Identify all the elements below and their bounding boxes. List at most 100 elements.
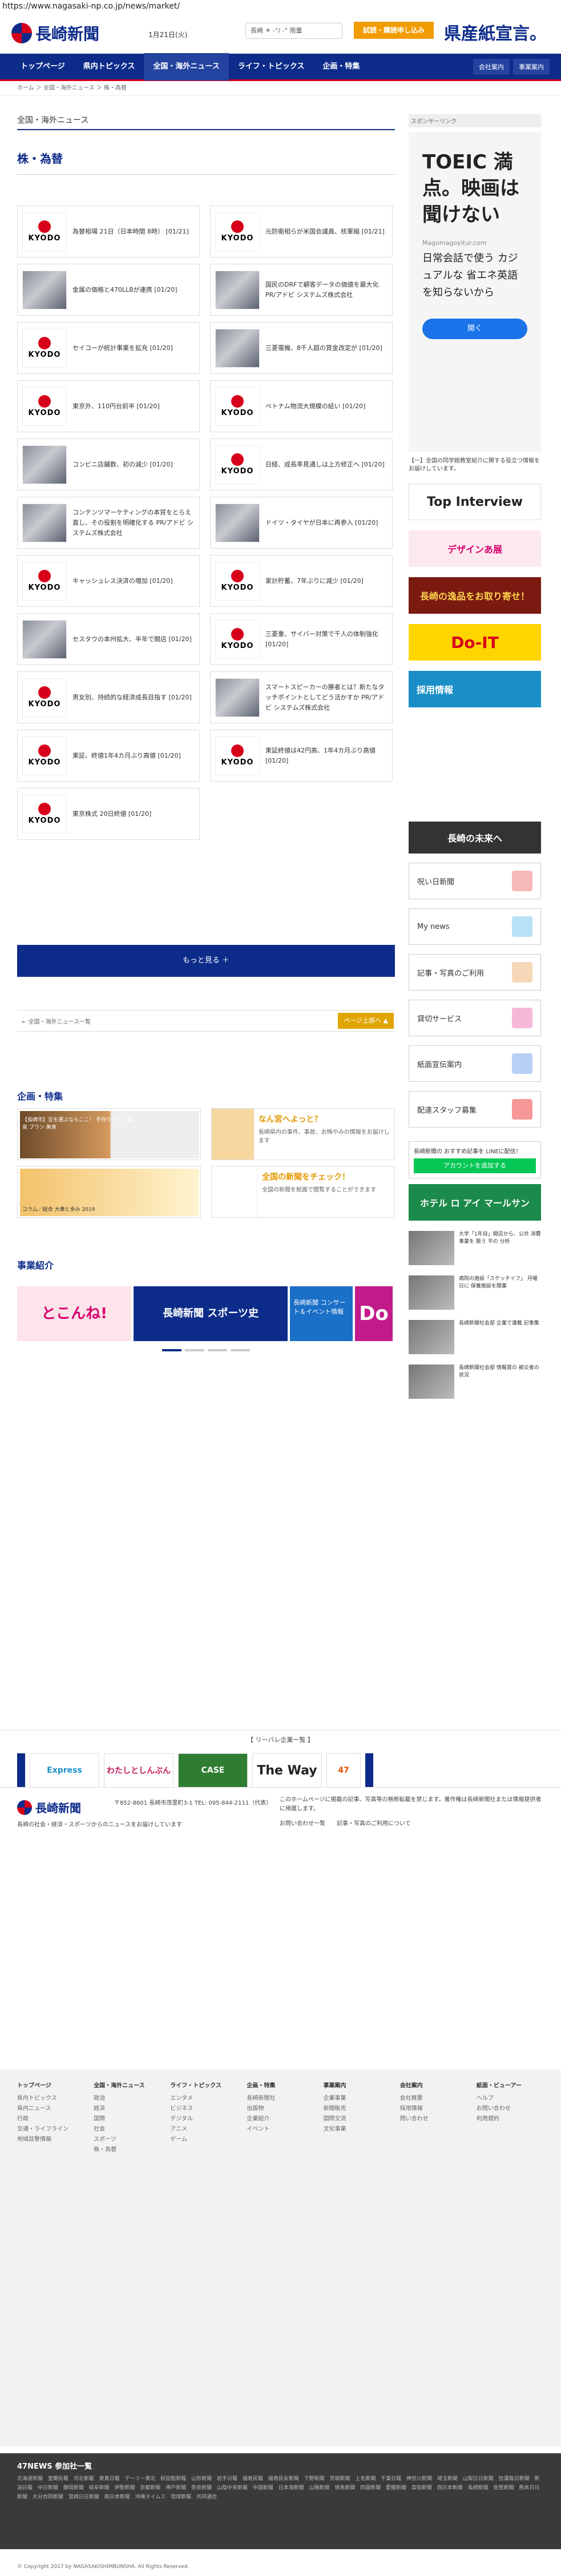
carousel-dot[interactable] [162,1349,181,1351]
url-bar[interactable]: https://www.nagasaki-np.co.jp/news/marke… [0,0,561,13]
article-card[interactable]: セスタウの本州拡大、半年で開店 [01/20] [17,613,200,665]
sitemap-link[interactable]: 政治 [94,2094,161,2104]
nav-business[interactable]: 事業案内 [513,58,550,75]
sitemap-link[interactable]: エンタメ [170,2094,237,2104]
related-item[interactable]: CASE [178,1753,248,1788]
sitemap-link[interactable]: 採用情報 [400,2104,467,2114]
sitemap-link[interactable]: イベント [247,2124,314,2135]
sitemap-link[interactable]: スポーツ [94,2135,161,2145]
ad-open-button[interactable]: 開く [422,319,527,339]
related-item[interactable]: The Way [252,1753,322,1788]
banner-future[interactable]: 長崎の未来へ [409,822,541,854]
sitemap-heading[interactable]: トップページ [17,2081,84,2091]
sidebar-ad[interactable]: TOEIC 満点。映画は聞けない Magomagoyitur.com 日常会話で… [409,132,541,452]
sitemap-link[interactable]: ヘルプ [477,2094,544,2104]
article-card[interactable]: スマートスピーカーの勝者とは？新たなタッチポイントとしてどう活かすか PR/アド… [210,671,393,723]
sidebar-link-5[interactable]: 紙面宣伝案内 [409,1045,541,1082]
sitemap-link[interactable]: 交通・ライフライン [17,2124,84,2135]
article-card[interactable]: KYODO 日経、成長率見通しは上方修正へ [01/20] [210,438,393,490]
side-news-item[interactable]: 病院の施設「スケッチイフ」 月曜日に 保養施設を開業 [409,1275,541,1310]
feature-card-right[interactable]: なん宮へよっと？ 長崎県内の事件、事故、お悔やみの情報をお届けします [211,1108,395,1160]
side-news-item[interactable]: 長崎新聞社会部 情報賞の 被災者の状況 [409,1365,541,1399]
sitemap-link[interactable]: ビジネス [170,2104,237,2114]
sitemap-link[interactable]: 文化事業 [324,2124,391,2135]
footer-logo[interactable]: 長崎新聞 [17,1799,81,1816]
sitemap-heading[interactable]: 会社案内 [400,2081,467,2091]
related-item[interactable]: わたしとしんぶん [104,1753,173,1788]
feature-card-right-2[interactable]: 全国の新聞をチェック！ 全国の新聞を紙面で閲覧することができます [211,1166,395,1218]
sitemap-link[interactable]: 出版物 [247,2104,314,2114]
banner-hotel[interactable]: ホテル ロ アイ マールサン [409,1184,541,1221]
trial-subscribe-button[interactable]: 試読・購読申し込み [354,22,434,39]
back-to-list-link[interactable]: ← 全国・海外ニュース一覧 [17,1017,91,1025]
sitemap-heading[interactable]: ライフ・トピックス [170,2081,237,2091]
sitemap-heading[interactable]: 事業案内 [324,2081,391,2091]
sitemap-link[interactable]: 株・為替 [94,2145,161,2155]
sitemap-link[interactable]: 企業紹介 [247,2114,314,2124]
header-ad-banner[interactable]: 県産紙宣言。 [444,19,547,45]
site-logo[interactable]: 長崎新聞 [11,22,99,45]
sitemap-link[interactable]: 長崎新聞社 [247,2094,314,2104]
sitemap-link[interactable]: デジタル [170,2114,237,2124]
next-arrow-icon[interactable] [365,1753,373,1788]
footer-link[interactable]: お問い合わせ一覧 [280,1820,325,1829]
sitemap-link[interactable]: 県内ニュース [17,2104,84,2114]
sitemap-link[interactable]: ゲーム [170,2135,237,2145]
article-card[interactable]: KYODO 三菱重、サイバー対策で千人の体制強化 [01/20] [210,613,393,665]
article-card[interactable]: KYODO キャッシュレス決済の増加 [01/20] [17,555,200,607]
banner-local-goods[interactable]: 長崎の逸品をお取り寄せ！ [409,577,541,614]
sitemap-link[interactable]: 新聞販売 [324,2104,391,2114]
nav-local-topics[interactable]: 県内トピックス [74,53,144,80]
sidebar-link-2[interactable]: My news [409,908,541,945]
nav-features[interactable]: 企画・特集 [313,53,369,80]
sitemap-heading[interactable]: 企画・特集 [247,2081,314,2091]
sitemap-link[interactable]: 経済 [94,2104,161,2114]
article-card[interactable]: 金属の価格と470LLBが連携 [01/20] [17,264,200,316]
47news-links[interactable]: 北海道新聞 室蘭民報 河北新報 東奥日報 デーリー東北 秋田魁新報 山形新聞 岩… [17,2474,544,2502]
carousel-item-4[interactable]: Do [355,1286,393,1341]
sitemap-heading[interactable]: 全国・海外ニュース [94,2081,161,2091]
sitemap-link[interactable]: 国際交流 [324,2114,391,2124]
article-card[interactable]: KYODO 家計貯蓄、7年ぶりに減少 [01/20] [210,555,393,607]
sitemap-link[interactable]: 地域目撃情報 [17,2135,84,2145]
article-card[interactable]: コンテンツマーケティングの本質をとらえ直し、その役割を明確化する PR/アドビ … [17,497,200,549]
carousel-dot[interactable] [231,1349,250,1351]
banner-do-it[interactable]: Do-IT [409,624,541,661]
sitemap-link[interactable]: 会社概要 [400,2094,467,2104]
sidebar-link-4[interactable]: 貸切サービス [409,1000,541,1036]
sitemap-link[interactable]: お問い合わせ [477,2104,544,2114]
banner-design[interactable]: デザインあ展 [409,530,541,567]
nav-national-news[interactable]: 全国・海外ニュース [144,53,229,80]
nav-top[interactable]: トップページ [11,53,74,80]
footer-link[interactable]: 記事・写真のご利用について [337,1820,411,1829]
sidebar-link-6[interactable]: 配達スタッフ募集 [409,1091,541,1128]
article-card[interactable]: 三菱電機、8千人超の賃金改定が [01/20] [210,322,393,374]
article-card[interactable]: KYODO 東証、終値1年4カ月ぶり高値 [01/20] [17,730,200,782]
prev-arrow-icon[interactable] [17,1753,25,1788]
article-card[interactable]: 国民のDRFで顧客データの価値を最大化 PR/アドビ システムズ株式会社 [210,264,393,316]
article-card[interactable]: KYODO ベトナム物流大規模の結い [01/20] [210,380,393,432]
line-add-button[interactable]: アカウントを追加する [414,1158,536,1173]
article-card[interactable]: KYODO セイコーが統計事業を拡充 [01/20] [17,322,200,374]
breadcrumb[interactable]: ホーム ＞ 全国・海外ニュース ＞ 株・為替 [0,81,561,96]
sitemap-link[interactable]: 問い合わせ [400,2114,467,2124]
article-card[interactable]: ドイツ・タイヤが日本に再参入 [01/20] [210,497,393,549]
sitemap-link[interactable]: 県内トピックス [17,2094,84,2104]
sidebar-link-1[interactable]: 呪い日新聞 [409,863,541,899]
more-button[interactable]: もっと見る ＋ [17,945,395,977]
sitemap-heading[interactable]: 紙面・ビューアー [477,2081,544,2091]
sidebar-note[interactable]: 【一】全国の同学館教室紹介に関する役立つ情報を お届けしています。 [409,457,541,473]
article-card[interactable]: KYODO 東京株式 20日終値 [01/20] [17,788,200,840]
sitemap-link[interactable]: 企業事業 [324,2094,391,2104]
article-card[interactable]: KYODO 男女別、持続的な経済成長目指す [01/20] [17,671,200,723]
carousel-dot[interactable] [208,1349,227,1351]
article-card[interactable]: コンビニ店舗数、初の減少 [01/20] [17,438,200,490]
related-item[interactable]: Express [30,1753,99,1788]
sitemap-link[interactable]: 社会 [94,2124,161,2135]
sitemap-link[interactable]: 利用規約 [477,2114,544,2124]
related-item[interactable]: 47 [326,1753,361,1788]
side-news-item[interactable]: 長崎新聞社会部 企業で連載 記事集 [409,1320,541,1354]
carousel-item-2[interactable]: 長崎新聞 スポーツ史 [134,1286,288,1341]
banner-top-interview[interactable]: Top Interview [409,484,541,520]
sitemap-link[interactable]: アニメ [170,2124,237,2135]
